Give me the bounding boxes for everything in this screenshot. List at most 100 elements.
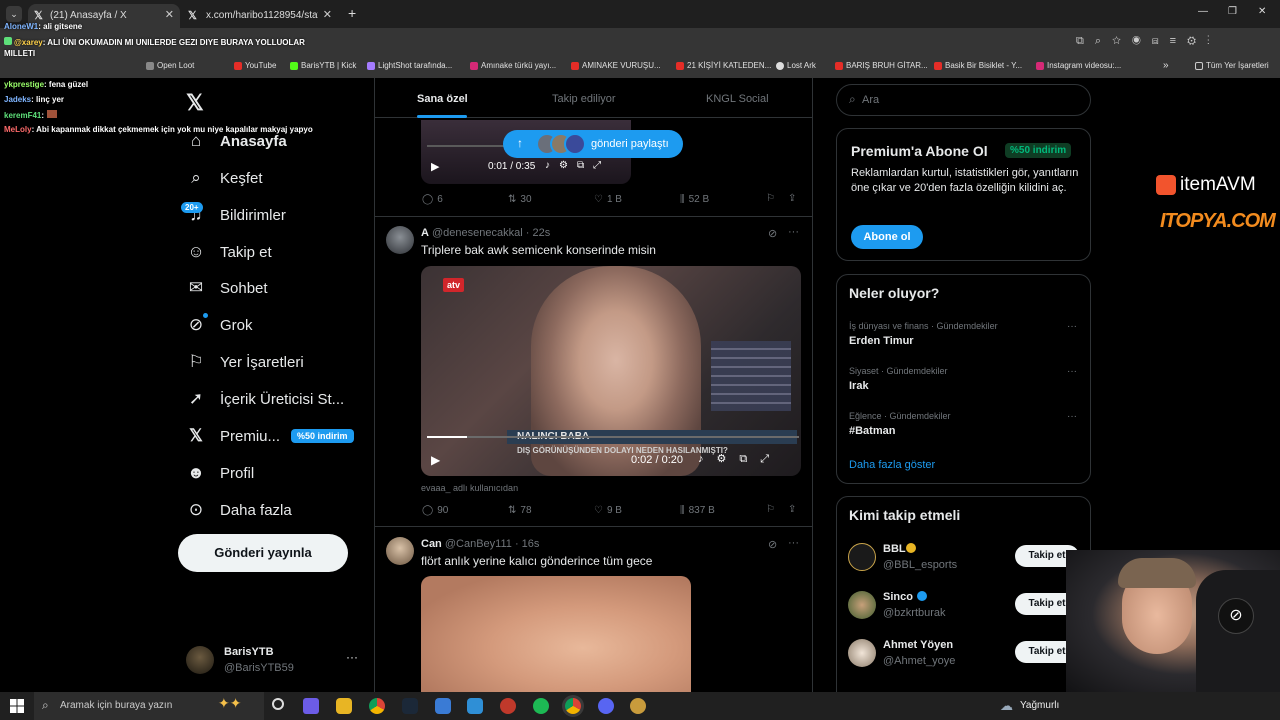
- nav-grok[interactable]: ⊘ Grok: [186, 313, 253, 337]
- x-logo-icon[interactable]: 𝕏: [186, 90, 204, 116]
- video-controls-icons[interactable]: ♪⚙⧉⤢: [698, 452, 782, 466]
- bookmark-item[interactable]: AMINAKE VURUŞU...: [571, 61, 661, 70]
- bookmarks-overflow-icon[interactable]: »: [1163, 60, 1169, 71]
- avatar[interactable]: [848, 639, 876, 667]
- tweet-time[interactable]: · 22s: [526, 227, 550, 239]
- bookmark-item[interactable]: Instagram videosu:...: [1036, 61, 1121, 70]
- spotify-icon[interactable]: [533, 698, 549, 714]
- bookmark-item[interactable]: Open Loot: [146, 61, 194, 70]
- home-icon: ⌂: [190, 131, 202, 150]
- chrome-icon[interactable]: [565, 698, 581, 714]
- nav-premium[interactable]: 𝕏 Premiu...: [186, 424, 280, 448]
- follow-name[interactable]: Ahmet Yöyen: [883, 639, 953, 651]
- avatar[interactable]: [386, 537, 414, 565]
- minimize-button[interactable]: —: [1198, 6, 1208, 17]
- video-progress[interactable]: [427, 436, 799, 438]
- bookmark-tweet-button[interactable]: ⚐: [766, 193, 775, 204]
- bookmark-item[interactable]: LightShot tarafında...: [367, 61, 452, 70]
- nav-profile[interactable]: ☻ Profil: [186, 461, 254, 485]
- share-tweet-button[interactable]: ⇪: [788, 504, 796, 515]
- tweet-author-handle[interactable]: @denesenecakkal: [432, 227, 523, 239]
- avatar[interactable]: [848, 543, 876, 571]
- taskbar-app-icon[interactable]: [303, 698, 319, 714]
- all-bookmarks-button[interactable]: Tüm Yer İşaretleri: [1195, 61, 1269, 70]
- account-more-icon[interactable]: ···: [346, 650, 358, 664]
- taskbar-app-icon[interactable]: [435, 698, 451, 714]
- bookmark-item[interactable]: BarisYTB | Kick: [290, 61, 356, 70]
- nav-explore[interactable]: ⌕ Keşfet: [186, 166, 262, 190]
- taskbar-app-icon[interactable]: [630, 698, 646, 714]
- trend-more-icon[interactable]: ···: [1067, 411, 1077, 422]
- steam-icon[interactable]: [402, 698, 418, 714]
- nav-creator-studio[interactable]: ➚ İçerik Üreticisi St...: [186, 387, 344, 411]
- close-window-button[interactable]: ✕: [1258, 6, 1266, 17]
- bookmark-tweet-button[interactable]: ⚐: [766, 504, 775, 515]
- tab-following[interactable]: Takip ediliyor: [552, 93, 616, 105]
- tab-kngl-social[interactable]: KNGL Social: [706, 93, 769, 105]
- tab-search-button[interactable]: ⌄: [6, 6, 22, 22]
- post-button[interactable]: Gönderi yayınla: [178, 534, 348, 572]
- reply-button[interactable]: ◯ 6: [422, 194, 443, 205]
- task-view-icon[interactable]: [272, 698, 284, 710]
- bookmark-item[interactable]: YouTube: [234, 61, 276, 70]
- play-icon[interactable]: ▶: [431, 453, 440, 467]
- share-pill[interactable]: ↑ gönderi paylaştı: [503, 130, 683, 158]
- share-tweet-button[interactable]: ⇪: [788, 193, 796, 204]
- reply-button[interactable]: ◯ 90: [422, 505, 448, 516]
- bookmark-item[interactable]: Basik Bir Bisiklet - Y...: [934, 61, 1022, 70]
- nav-bookmarks[interactable]: ⚐ Yer İşaretleri: [186, 350, 303, 374]
- taskbar-search[interactable]: ⌕ Aramak için buraya yazın ✦✦: [34, 692, 264, 720]
- taskbar-app-icon[interactable]: [467, 698, 483, 714]
- tweet-2-video[interactable]: atv NALINCI BABA DIŞ GÖRÜNÜŞÜNDEN DOLAYI…: [421, 266, 801, 476]
- follow-name[interactable]: BBL: [883, 543, 906, 555]
- new-tab-button[interactable]: +: [348, 5, 356, 21]
- grok-analyze-icon[interactable]: ⊘: [768, 227, 777, 240]
- subscribe-button[interactable]: Abone ol: [851, 225, 923, 249]
- trend-item[interactable]: Siyaset · Gündemdekiler Irak ···: [837, 362, 1090, 402]
- bookmark-item[interactable]: Amınake türkü yayı...: [470, 61, 556, 70]
- avatar[interactable]: [386, 226, 414, 254]
- like-button[interactable]: ♡ 1 B: [594, 194, 622, 205]
- trend-item[interactable]: Eğlence · Gündemdekiler #Batman ···: [837, 407, 1090, 447]
- play-icon[interactable]: ▶: [431, 160, 439, 173]
- taskbar-app-icon[interactable]: [500, 698, 516, 714]
- tab-status[interactable]: 𝕏 x.com/haribo1128954/status/2( ✕: [182, 4, 338, 28]
- tweet-author-name[interactable]: Can: [421, 538, 442, 550]
- start-button-icon[interactable]: [10, 699, 24, 713]
- show-more-link[interactable]: Daha fazla göster: [849, 459, 935, 471]
- trend-more-icon[interactable]: ···: [1067, 366, 1077, 377]
- grok-analyze-icon[interactable]: ⊘: [768, 538, 777, 551]
- chrome-icon[interactable]: [369, 698, 385, 714]
- tweet-time[interactable]: · 16s: [515, 538, 539, 550]
- search-box[interactable]: ⌕ Ara: [836, 84, 1091, 116]
- tab-close-icon[interactable]: ✕: [165, 8, 174, 21]
- follow-name[interactable]: Sinco: [883, 591, 913, 603]
- tweet-author-name[interactable]: A: [421, 227, 429, 239]
- views-button[interactable]: ⫼ 837 B: [680, 505, 715, 516]
- taskbar-app-icon[interactable]: [598, 698, 614, 714]
- retweet-button[interactable]: ⇅ 30: [508, 194, 532, 205]
- like-button[interactable]: ♡ 9 B: [594, 505, 622, 516]
- bookmark-item[interactable]: BARIŞ BRUH GİTAR...: [835, 61, 928, 70]
- tweet-more-icon[interactable]: ···: [788, 226, 799, 238]
- video-controls-icons[interactable]: ♪⚙⧉⤢: [545, 160, 610, 171]
- trend-more-icon[interactable]: ···: [1067, 321, 1077, 332]
- tab-for-you[interactable]: Sana özel: [417, 93, 468, 105]
- maximize-button[interactable]: ❐: [1228, 6, 1237, 17]
- bookmark-item[interactable]: 21 KİŞİYİ KATLEDEN...: [676, 61, 771, 70]
- nav-follow[interactable]: ☺ Takip et: [186, 240, 271, 264]
- bookmark-item[interactable]: Lost Ark: [776, 61, 816, 70]
- trend-item[interactable]: İş dünyası ve finans · Gündemdekiler Erd…: [837, 317, 1090, 357]
- tweet-author-handle[interactable]: @CanBey111: [445, 538, 512, 550]
- avatar[interactable]: [848, 591, 876, 619]
- taskbar-app-icon[interactable]: [336, 698, 352, 714]
- nav-messages[interactable]: ✉ Sohbet: [186, 276, 268, 300]
- tweet-3-video[interactable]: [421, 576, 691, 692]
- nav-more[interactable]: ⊙ Daha fazla: [186, 498, 292, 522]
- tweet-more-icon[interactable]: ···: [788, 537, 799, 549]
- views-button[interactable]: ⫼ 52 B: [680, 194, 709, 205]
- tab-close-icon[interactable]: ✕: [323, 8, 332, 21]
- retweet-button[interactable]: ⇅ 78: [508, 505, 532, 516]
- grok-floating-button[interactable]: ⊘: [1218, 598, 1254, 634]
- account-switcher[interactable]: BarisYTB @BarisYTB59 ···: [186, 644, 361, 678]
